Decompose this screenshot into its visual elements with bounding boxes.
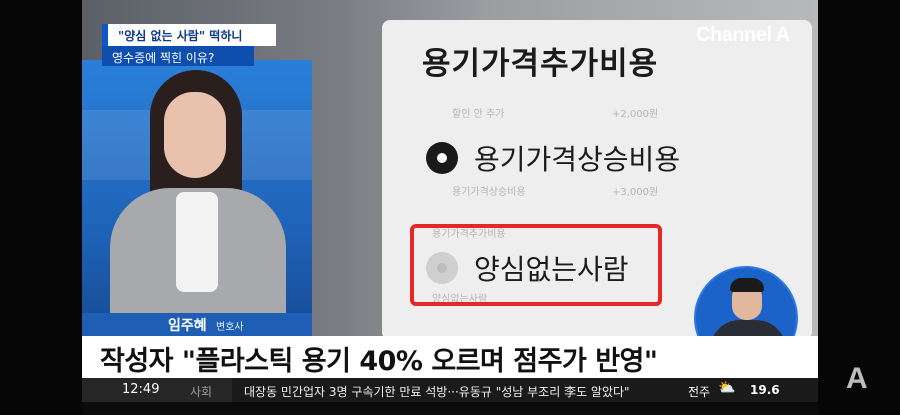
screen-option-1: 용기가격상승비용 [474, 143, 681, 176]
screen-title: 용기가격추가비용 [422, 46, 659, 82]
news-anchor [102, 70, 292, 348]
faint-label: 할인 안 추가 [452, 109, 505, 120]
caption-card-bottom: 영수증에 찍힌 이유? [102, 46, 254, 66]
letterbox-left [0, 0, 82, 415]
caption-line-2: 영수증에 찍힌 이유? [112, 51, 215, 65]
radio-selected-icon [426, 142, 458, 174]
news-video[interactable]: 용기가격추가비용 할인 안 추가 +2,000원 용기가격상승비용 용기가격상승… [82, 0, 818, 415]
anchor-face [164, 92, 226, 178]
bottom-strip [82, 402, 818, 415]
faint-label: 용기가격상승비용 [452, 187, 526, 198]
ticker-time: 12:49 [122, 382, 160, 397]
video-frame: 용기가격추가비용 할인 안 추가 +2,000원 용기가격상승비용 용기가격상승… [0, 0, 900, 415]
channel-logo: Channel A [696, 24, 790, 46]
letterbox-right [818, 0, 900, 415]
partly-cloudy-icon: ⛅ [718, 380, 736, 396]
ticker-news: 대장동 민간업자 3명 구속기한 만료 석방···유동규 "성남 부조리 李도 … [244, 385, 630, 399]
ticker-temperature: 19.6 [750, 383, 780, 397]
faint-label: +3,000원 [612, 187, 659, 198]
signer-hair [730, 278, 764, 292]
headline-text: 작성자 "플라스틱 용기 40% 오르며 점주가 반영" [100, 346, 658, 377]
anchor-shirt [176, 192, 218, 292]
caption-line-1: "양심 없는 사람" 떡하니 [118, 29, 243, 43]
faint-label: +2,000원 [612, 109, 659, 120]
ticker-city: 전주 [688, 385, 711, 399]
red-highlight-box [410, 224, 662, 306]
ticker-category: 사회 [190, 385, 213, 399]
name-tag-name: 임주혜 [168, 318, 207, 334]
channel-a-mark-icon: A [846, 362, 868, 395]
name-tag-role: 변호사 [216, 322, 244, 333]
caption-card-top: "양심 없는 사람" 떡하니 [102, 24, 276, 46]
